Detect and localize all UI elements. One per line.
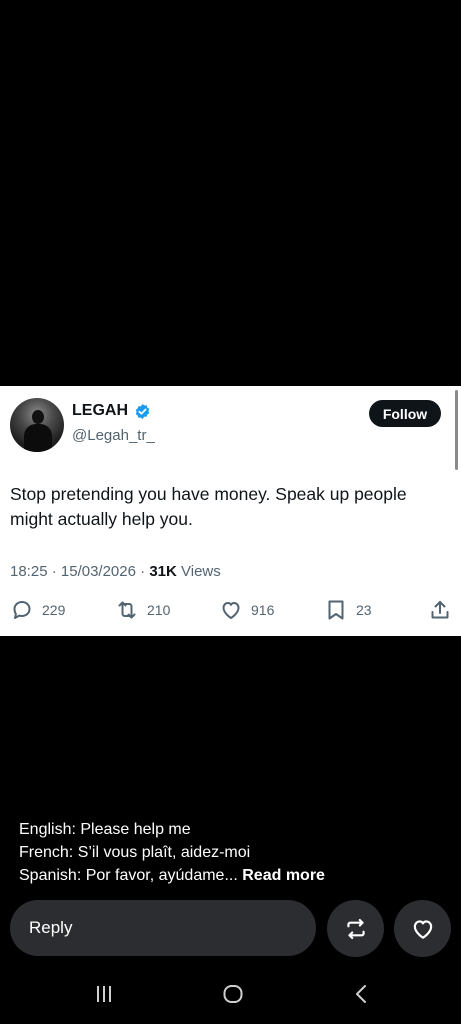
follow-button[interactable]: Follow (369, 400, 441, 427)
share-action[interactable] (428, 597, 452, 623)
tweet-text: Stop pretending you have money. Speak up… (10, 484, 407, 529)
avatar[interactable] (10, 398, 64, 452)
repost-icon (118, 601, 136, 619)
views-count[interactable]: 31K (149, 563, 177, 580)
bookmark-action[interactable]: 23 (324, 597, 372, 623)
caption-line-spanish: Spanish: Por favor, ayúdame... Read more (19, 864, 325, 887)
author-name-row[interactable]: LEGAH (72, 402, 151, 420)
caption-line-french: French: S’il vous plaît, aidez-moi (19, 844, 251, 861)
recents-icon (97, 986, 111, 1002)
scroll-indicator (455, 390, 458, 470)
repost-button[interactable] (327, 900, 384, 957)
caption-spanish-text: Spanish: Por favor, ayúdame... (19, 867, 238, 884)
reply-action[interactable]: 229 (10, 597, 65, 623)
views-label: Views (181, 563, 221, 580)
nav-back-button[interactable] (342, 978, 382, 1010)
reply-placeholder: Reply (29, 918, 73, 937)
repost-icon (346, 918, 365, 939)
like-button[interactable] (394, 900, 451, 957)
heart-icon (222, 602, 240, 619)
tweet-card[interactable]: LEGAH @Legah_tr_ Follow Stop pretending … (0, 386, 461, 636)
meta-separator: · (140, 563, 150, 580)
like-action[interactable]: 916 (219, 597, 274, 623)
caption: English: Please help me French: S’il vou… (19, 818, 325, 887)
author-handle[interactable]: @Legah_tr_ (72, 427, 155, 444)
bookmark-count: 23 (356, 602, 372, 618)
share-icon (431, 601, 449, 619)
back-icon (356, 985, 366, 1003)
read-more-link[interactable]: Read more (242, 867, 325, 884)
comment-icon (13, 601, 31, 619)
nav-recents-button[interactable] (84, 978, 124, 1010)
verified-badge-icon (135, 403, 150, 419)
reply-count: 229 (42, 602, 66, 618)
like-count: 916 (251, 602, 275, 618)
tweet-time: 18:25 (10, 563, 48, 580)
tweet-date: 15/03/2026 (60, 563, 136, 580)
heart-icon (413, 919, 432, 939)
author-name[interactable]: LEGAH (72, 402, 128, 420)
caption-line-english: English: Please help me (19, 821, 191, 838)
meta-separator: · (51, 563, 61, 580)
nav-home-button[interactable] (213, 978, 253, 1010)
tweet-meta: 18:25 · 15/03/2026 · 31K Views (10, 563, 221, 580)
repost-count: 210 (147, 602, 171, 618)
bookmark-icon (328, 600, 344, 620)
home-icon (223, 985, 243, 1003)
repost-action[interactable]: 210 (115, 597, 170, 623)
reply-input[interactable]: Reply (10, 900, 316, 956)
